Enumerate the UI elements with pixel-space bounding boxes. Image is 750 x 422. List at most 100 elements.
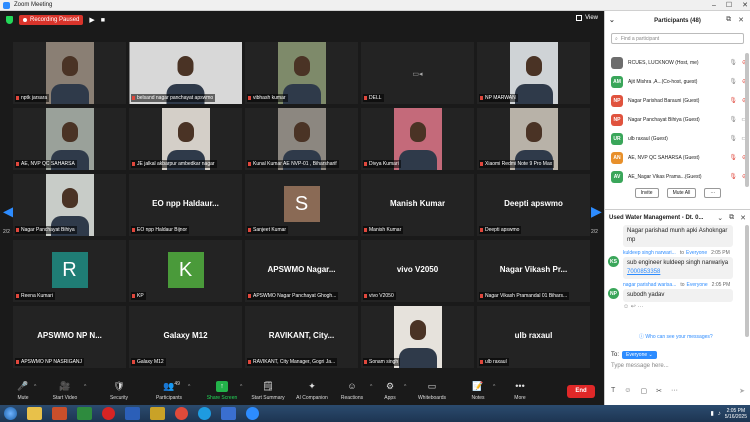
video-tile[interactable]: nptk jarsara [13,42,126,104]
microphone-icon[interactable]: 🎙 [729,59,737,66]
sender-name[interactable]: nagar parishad warisa... [623,282,676,288]
more-button[interactable]: ••• More [497,381,543,401]
video-tile[interactable]: Kunal Kumar AE NVP-01 , Biharsharif [245,108,358,170]
screenshot-icon[interactable]: ✂ [656,387,662,395]
chat-popout-icon[interactable]: ⧉ [729,214,734,222]
close-button[interactable]: ✕ [742,0,748,11]
video-tile[interactable]: AE, NVP QC SAHARSA [13,108,126,170]
participant-row[interactable]: NPNagar Panchayat Bihiya (Guest)🎙▭ [605,110,750,129]
mute-button[interactable]: 🎤 Mute [0,381,46,401]
file-explorer-icon[interactable] [27,407,42,420]
participants-options-caret-icon[interactable]: ^ [188,384,190,390]
video-tile[interactable]: Divya Kumari [361,108,474,170]
app-icon[interactable] [221,407,236,420]
stop-icon[interactable]: ■ [101,17,105,24]
chrome-icon[interactable] [175,407,188,420]
participant-row[interactable]: ANAE, NVP QC SAHARSA (Guest)🎙⊘ [605,148,750,167]
phone-link[interactable]: 7000853358 [627,269,660,275]
zoom-taskbar-icon[interactable] [246,407,259,420]
skype-icon[interactable] [198,407,211,420]
opera-browser-icon[interactable] [102,407,115,420]
more-options-button[interactable]: ··· [704,188,722,198]
more-dots-icon[interactable]: ··· [671,387,678,395]
participant-row[interactable]: AMAjit Mishra ,A...(Co-host, guest)🎙⊘ [605,72,750,91]
view-button[interactable]: View [576,15,598,21]
start-video-button[interactable]: 🎥 Start Video [42,381,88,401]
sender-name[interactable]: kuldeep singh narwari... [623,250,676,256]
participant-row[interactable]: URulb raxaul (Guest)🎙▭ [605,129,750,148]
shield-icon[interactable] [6,16,13,24]
invite-button[interactable]: Invite [634,188,659,198]
notes-options-caret-icon[interactable]: ^ [493,384,495,390]
video-tile[interactable]: ulb raxaul ulb raxaul [477,306,590,368]
video-tile[interactable]: EO npp Haldaur... EO npp Haldaur Bijnor [129,174,242,236]
video-tile[interactable]: JE jalkal akbarpur ambedkar nagar [129,108,242,170]
microphone-icon[interactable]: 🎙 [729,135,737,142]
security-button[interactable]: 🛡 Security [96,381,142,401]
microphone-icon[interactable]: 🎙 [729,116,737,123]
video-tile[interactable]: Deepti apswmo Deepti apswmo [477,174,590,236]
apps-options-caret-icon[interactable]: ^ [404,384,406,390]
chat-dropdown-chevron-icon[interactable]: ⌄ [717,214,723,222]
video-tile[interactable]: NP MARWAN [477,42,590,104]
minimize-button[interactable]: – [712,0,716,11]
video-tile[interactable]: Sonam singh [361,306,474,368]
folder-icon[interactable] [150,407,165,420]
microphone-muted-icon[interactable]: 🎙 [729,173,737,180]
video-tile[interactable]: Galaxy M12 Galaxy M12 [129,306,242,368]
network-icon[interactable]: ▮ [710,410,713,417]
chat-scrollbar[interactable] [745,225,749,337]
emoji-icon[interactable]: ☺ [624,387,631,395]
microphone-muted-icon[interactable]: 🎙 [729,154,737,161]
clock[interactable]: 2:05 PM 5/16/2025 [725,408,747,420]
media-player-icon[interactable] [52,407,67,420]
chat-message-input[interactable]: Type message here... [611,363,745,375]
whiteboards-button[interactable]: ▭ Whiteboards [409,381,455,401]
maximize-button[interactable]: ☐ [726,0,732,11]
microphone-muted-icon[interactable]: 🎙 [729,97,737,104]
next-page-arrow-icon[interactable]: ▶ [591,199,602,223]
video-tile[interactable]: R Reena Kumari [13,240,126,302]
share-options-caret-icon[interactable]: ^ [240,384,242,390]
participant-list-scrollbar[interactable] [745,53,749,187]
send-icon[interactable]: ➤ [739,387,745,395]
volume-icon[interactable]: ♪ [718,411,721,417]
reaction-icons[interactable]: ☺ ↩ ··· [623,303,750,310]
chat-close-icon[interactable]: ✕ [740,214,746,222]
recipient-select[interactable]: Everyone ⌄ [622,351,657,359]
video-tile[interactable]: Xiaomi Redmi Note 9 Pro Max [477,108,590,170]
attach-file-icon[interactable]: ▢ [640,387,647,395]
video-tile[interactable]: belsand nagar panchayat apswmo [129,42,242,104]
format-text-icon[interactable]: T [611,387,615,395]
who-can-see-link[interactable]: ⓘ Who can see your messages? [639,333,713,340]
mute-all-button[interactable]: Mute All [666,188,697,198]
video-tile[interactable]: S Sanjeet Kumar [245,174,358,236]
participant-row[interactable]: NPNagar Parishad Barauni (Guest)🎙⊘ [605,91,750,110]
collapse-panel-icon[interactable]: ⌄ [609,16,615,24]
participant-search-input[interactable]: ⌕ Find a participant [611,33,744,44]
video-tile[interactable]: vivo V2050 vivo V2050 [361,240,474,302]
video-tile[interactable]: APSWMO Nagar... APSWMO Nagar Panchayat Gh… [245,240,358,302]
resume-icon[interactable]: ▶ [89,16,94,24]
video-tile[interactable]: Manish Kumar Manish Kumar [361,174,474,236]
microphone-icon[interactable]: 🎙 [729,78,737,85]
mute-options-caret-icon[interactable]: ^ [34,384,36,390]
close-panel-icon[interactable]: ✕ [738,16,744,24]
video-tile[interactable]: K KP [129,240,242,302]
video-options-caret-icon[interactable]: ^ [84,384,86,390]
popout-icon[interactable]: ⧉ [726,16,731,24]
start-button-icon[interactable] [4,407,17,420]
end-meeting-button[interactable]: End [567,385,595,398]
prev-page-arrow-icon[interactable]: ◀ [3,199,14,223]
share-screen-button[interactable]: ↑ Share Screen [199,381,245,401]
video-tile[interactable]: RAVIKANT, City... RAVIKANT, City Manager,… [245,306,358,368]
start-summary-button[interactable]: 🗒 Start Summary [245,381,291,401]
video-tile[interactable]: Nagar Vikash Pr... Nagar Vikash Pramandal… [477,240,590,302]
video-tile[interactable]: vibhash kumar [245,42,358,104]
participant-row[interactable]: AVAE_Nagar Vikas Prama...(Guest)🎙⊘ [605,167,750,186]
video-tile[interactable]: Nagar Panchayat Bihiya [13,174,126,236]
participants-button[interactable]: 👥 49 Participants [146,381,192,401]
video-tile[interactable]: APSWMO NP N... APSWMO NP NASRIGANJ [13,306,126,368]
video-tile[interactable]: ▭◂ DELL [361,42,474,104]
excel-icon[interactable] [77,407,92,420]
